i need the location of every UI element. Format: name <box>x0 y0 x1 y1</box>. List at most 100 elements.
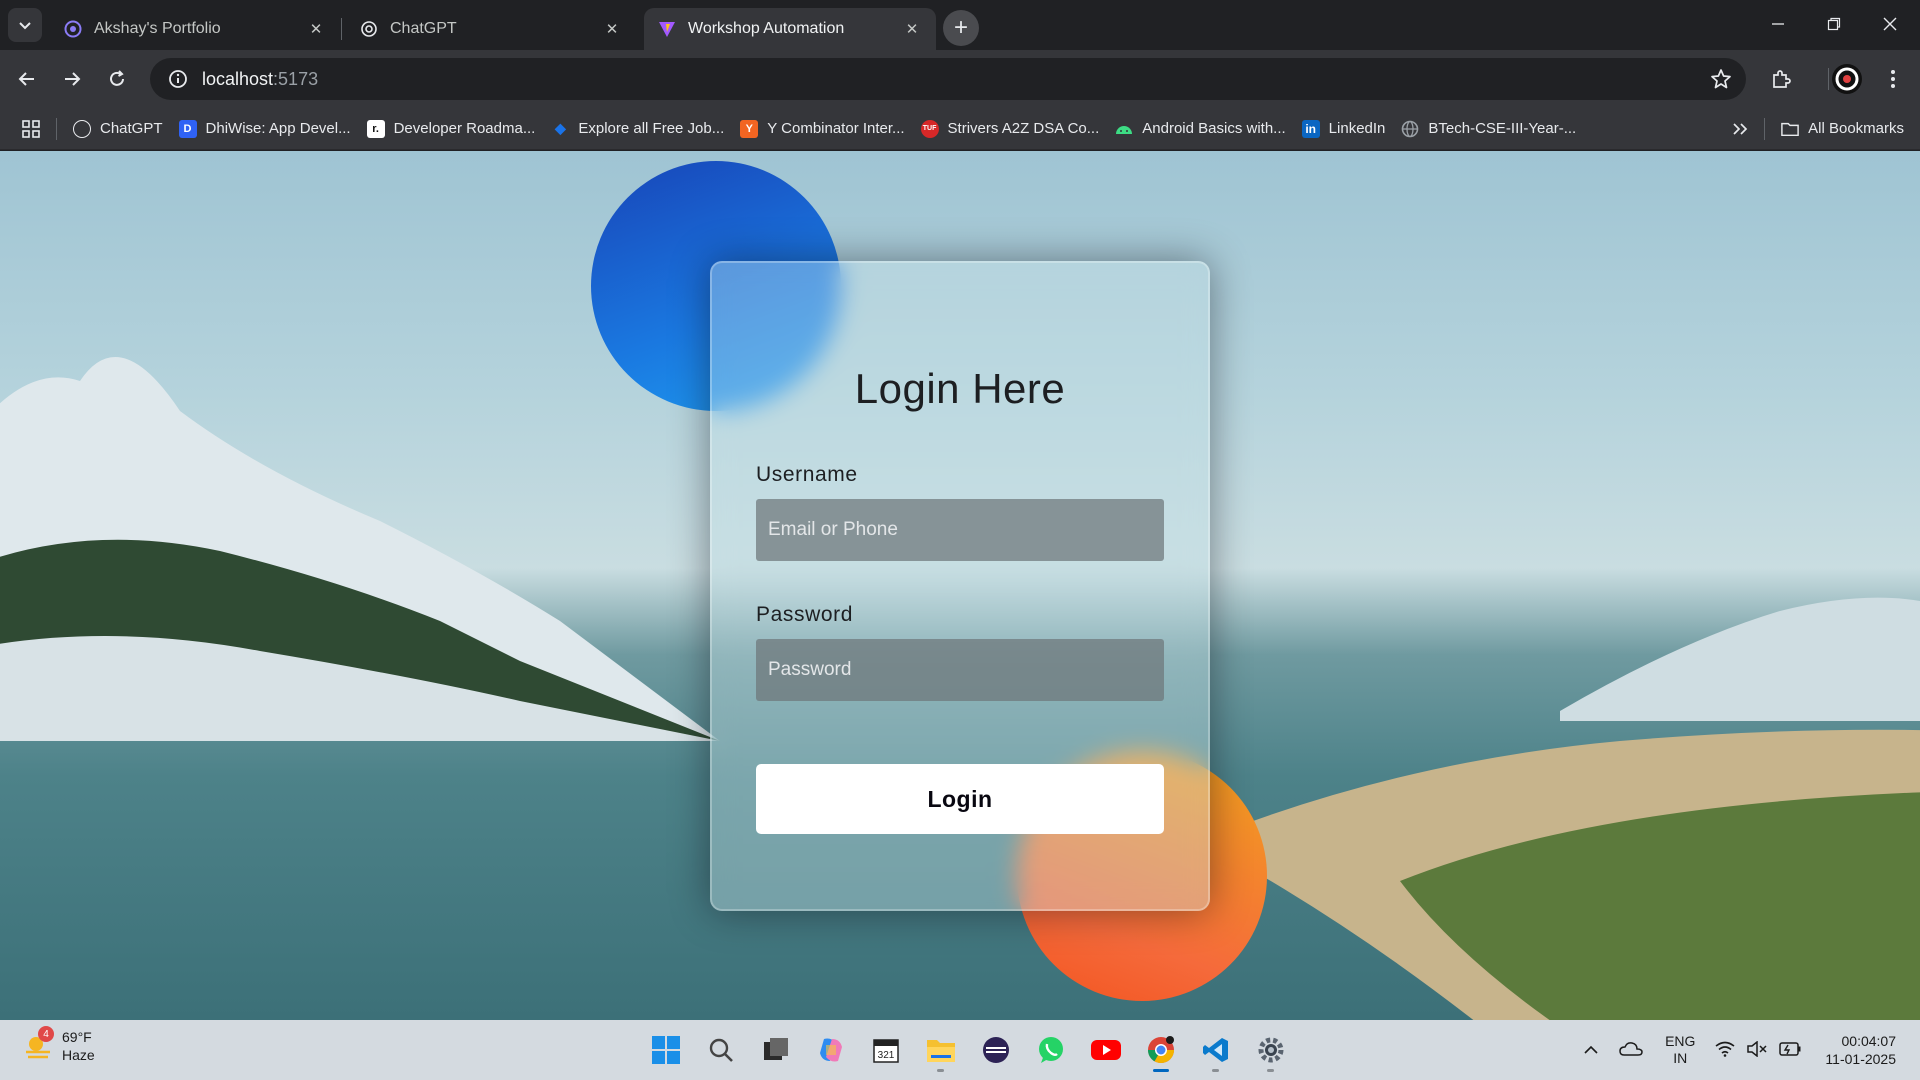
youtube-icon <box>1090 1040 1121 1060</box>
chrome-button[interactable] <box>1133 1028 1188 1072</box>
site-info-icon[interactable] <box>158 69 198 89</box>
login-form: Login Here Username Password Login <box>710 261 1210 911</box>
tab-chatgpt[interactable]: ChatGPT ✕ <box>346 8 636 50</box>
bookmark-btech-cse[interactable]: BTech-CSE-III-Year-... <box>1393 114 1584 144</box>
linkedin-icon: in <box>1301 119 1320 138</box>
whatsapp-button[interactable] <box>1023 1028 1078 1072</box>
new-tab-button[interactable]: + <box>943 10 979 46</box>
settings-button[interactable] <box>1243 1028 1298 1072</box>
windows-logo-icon <box>651 1036 680 1064</box>
dhiwise-icon: D <box>178 119 197 138</box>
puzzle-icon <box>1773 70 1791 88</box>
chevron-down-icon <box>19 22 31 30</box>
tab-title: Akshay's Portfolio <box>94 20 221 37</box>
apps-grid-icon <box>22 119 40 138</box>
weather-haze-icon: 4 <box>22 1026 54 1062</box>
bookmark-chatgpt[interactable]: ChatGPT <box>65 114 171 144</box>
vscode-icon <box>1202 1038 1228 1062</box>
ycombinator-icon: Y <box>740 119 759 138</box>
battery-icon[interactable] <box>1779 1041 1801 1059</box>
chatgpt-icon <box>360 20 378 38</box>
chrome-icon <box>1147 1036 1174 1064</box>
tab-workshop-automation[interactable]: Workshop Automation ✕ <box>644 8 936 50</box>
roadmap-icon: r. <box>366 119 385 138</box>
all-bookmarks-button[interactable]: All Bookmarks <box>1773 114 1920 144</box>
bookmark-linkedin[interactable]: in LinkedIn <box>1294 114 1394 144</box>
search-button[interactable] <box>693 1028 748 1072</box>
clock[interactable]: 00:04:07 11-01-2025 <box>1825 1032 1896 1068</box>
taskbar-apps: 321 <box>638 1028 1298 1072</box>
restore-icon <box>1827 17 1841 31</box>
bookmark-developer-roadmap[interactable]: r. Developer Roadma... <box>359 114 544 144</box>
copilot-button[interactable] <box>803 1028 858 1072</box>
arrow-left-icon <box>18 72 34 86</box>
forward-button[interactable] <box>54 61 90 97</box>
running-indicator <box>1267 1069 1274 1072</box>
more-bookmarks-button[interactable] <box>1724 114 1756 144</box>
browser-toolbar: localhost:5173 <box>0 50 1920 108</box>
close-icon[interactable]: ✕ <box>902 19 922 39</box>
login-button[interactable]: Login <box>756 764 1164 834</box>
bookmark-free-jobs[interactable]: ◆ Explore all Free Job... <box>543 114 732 144</box>
globe-icon <box>1401 120 1419 138</box>
back-button[interactable] <box>9 61 45 97</box>
close-icon <box>1883 17 1897 31</box>
extensions-button[interactable] <box>1763 61 1799 97</box>
volume-muted-icon[interactable] <box>1747 1039 1767 1060</box>
url-text: localhost:5173 <box>202 68 319 89</box>
job-icon: ◆ <box>554 120 566 136</box>
browser-menu-button[interactable] <box>1875 61 1911 97</box>
windows-taskbar: 4 69°F Haze 321 ENG IN 00:04:07 11-01-20… <box>0 1020 1920 1080</box>
tab-portfolio[interactable]: Akshay's Portfolio ✕ <box>50 8 340 50</box>
bookmark-android-basics[interactable]: Android Basics with... <box>1107 114 1293 144</box>
svg-text:321: 321 <box>877 1050 894 1061</box>
tab-title: ChatGPT <box>390 20 457 37</box>
task-view-button[interactable] <box>748 1028 803 1072</box>
bookmark-dhiwise[interactable]: D DhiWise: App Devel... <box>171 114 359 144</box>
apps-button[interactable] <box>0 114 48 144</box>
portfolio-favicon-icon <box>64 20 82 38</box>
vscode-button[interactable] <box>1188 1028 1243 1072</box>
minimize-button[interactable] <box>1750 0 1806 48</box>
tuf-icon: TUF <box>920 119 939 138</box>
eclipse-app-button[interactable] <box>968 1028 1023 1072</box>
wifi-icon[interactable] <box>1715 1041 1735 1060</box>
calendar-app-button[interactable]: 321 <box>858 1028 913 1072</box>
bookmark-star-icon[interactable] <box>1710 68 1732 95</box>
vite-icon <box>658 20 676 38</box>
onedrive-icon[interactable] <box>1619 1041 1643 1060</box>
address-bar[interactable]: localhost:5173 <box>150 58 1746 100</box>
reload-icon <box>110 70 124 86</box>
folder-icon <box>1781 120 1799 138</box>
close-icon[interactable]: ✕ <box>306 19 326 39</box>
window-close-button[interactable] <box>1862 0 1918 48</box>
login-title: Login Here <box>854 365 1066 412</box>
chevron-double-right-icon <box>1733 122 1748 135</box>
search-icon <box>709 1038 733 1062</box>
username-input[interactable] <box>756 499 1164 561</box>
tab-title: Workshop Automation <box>688 20 845 37</box>
youtube-button[interactable] <box>1078 1028 1133 1072</box>
eclipse-icon <box>982 1037 1009 1063</box>
bookmark-ycombinator[interactable]: Y Y Combinator Inter... <box>732 114 912 144</box>
reload-button[interactable] <box>99 61 135 97</box>
chevron-up-icon[interactable] <box>1583 1042 1599 1058</box>
start-button[interactable] <box>638 1028 693 1072</box>
tab-search-button[interactable] <box>8 8 42 42</box>
restore-button[interactable] <box>1806 0 1862 48</box>
weather-widget[interactable]: 4 69°F Haze <box>22 1026 95 1064</box>
close-icon[interactable]: ✕ <box>602 19 622 39</box>
calendar-icon: 321 <box>872 1039 899 1063</box>
profile-icon <box>1832 64 1862 94</box>
file-explorer-button[interactable] <box>913 1028 968 1072</box>
weather-text: 69°F Haze <box>62 1029 95 1063</box>
copilot-icon <box>819 1038 842 1062</box>
profile-avatar[interactable] <box>1829 61 1865 97</box>
password-input[interactable] <box>756 639 1164 701</box>
language-indicator[interactable]: ENG IN <box>1665 1033 1695 1067</box>
password-label: Password <box>756 603 854 626</box>
minimize-icon <box>1772 23 1784 25</box>
bookmark-strivers-dsa[interactable]: TUF Strivers A2Z DSA Co... <box>913 114 1108 144</box>
weather-badge: 4 <box>38 1026 54 1042</box>
running-indicator <box>1212 1069 1219 1072</box>
